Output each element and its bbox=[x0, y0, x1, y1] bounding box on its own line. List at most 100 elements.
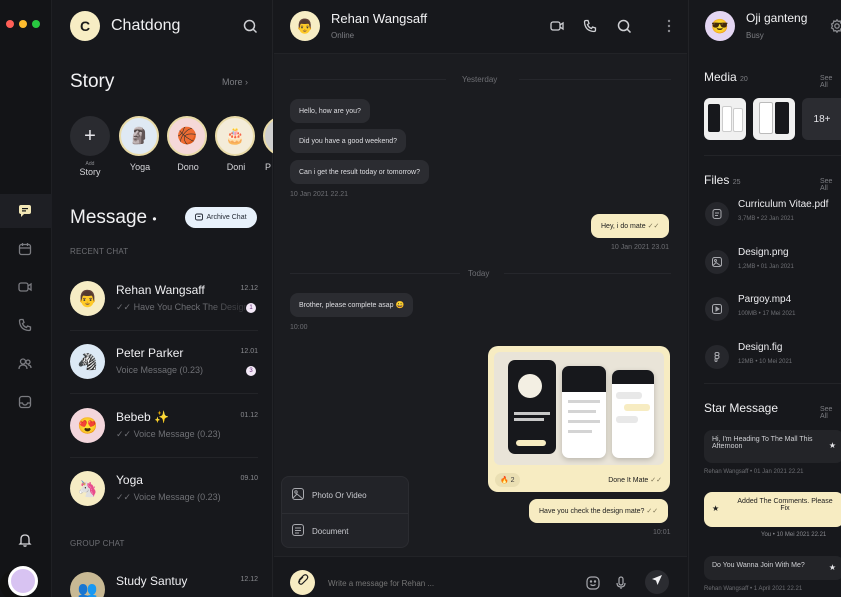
bell-icon[interactable] bbox=[16, 531, 34, 549]
message-title: Message • bbox=[70, 207, 157, 228]
avatar: 🦓 bbox=[70, 344, 105, 379]
details-panel: 😎 Oji ganteng Busy Media 20 See All 18+ … bbox=[688, 0, 841, 597]
file-item[interactable]: Design.png 1,2MB • 01 Jan 2021 bbox=[705, 244, 841, 280]
phone-call-icon[interactable] bbox=[581, 17, 599, 35]
story-more-link[interactable]: More › bbox=[222, 77, 248, 87]
more-vertical-icon[interactable] bbox=[660, 17, 678, 35]
send-icon bbox=[651, 573, 663, 591]
search-icon[interactable] bbox=[241, 17, 259, 35]
video-call-icon[interactable] bbox=[548, 17, 566, 35]
conversation-header: 👨 Rehan Wangsaff Online bbox=[274, 0, 687, 54]
file-item[interactable]: Pargoy.mp4 100MB • 17 Mei 2021 bbox=[705, 291, 841, 327]
media-see-all-link[interactable]: See All bbox=[820, 75, 841, 89]
chevron-right-icon: › bbox=[245, 77, 249, 87]
chat-item[interactable]: 👥 Study Santuy 12.12 bbox=[70, 564, 258, 597]
contact-avatar[interactable]: 👨 bbox=[290, 11, 320, 41]
user-avatar[interactable] bbox=[8, 566, 38, 596]
add-story-button[interactable]: + bbox=[70, 116, 110, 156]
starred-message[interactable]: Hi, I'm Heading To The Mall This Afterno… bbox=[704, 430, 841, 463]
star-icon[interactable]: ★ bbox=[829, 441, 836, 450]
send-button[interactable] bbox=[645, 570, 669, 594]
divider bbox=[519, 79, 671, 80]
decor-line bbox=[568, 400, 600, 403]
maximize-window-button[interactable] bbox=[32, 20, 40, 28]
message-timestamp: 10:01 bbox=[653, 529, 671, 536]
media-thumbnail[interactable] bbox=[753, 98, 795, 140]
file-item[interactable]: Curriculum Vitae.pdf 3,7MB • 22 Jan 2021 bbox=[705, 196, 841, 232]
profile-status: Busy bbox=[746, 31, 764, 40]
decor-header bbox=[562, 366, 606, 392]
star-message-title: Star Message bbox=[704, 401, 779, 415]
more-media-button[interactable]: 18+ bbox=[802, 98, 841, 140]
star-icon[interactable]: ★ bbox=[712, 504, 719, 513]
archive-chat-button[interactable]: Archive Chat bbox=[185, 207, 257, 228]
calendar-icon[interactable] bbox=[16, 240, 34, 258]
message-bubble-incoming[interactable]: Can i get the result today or tomorrow? bbox=[290, 160, 430, 184]
decor-line bbox=[514, 412, 550, 415]
media-title: Media 20 bbox=[704, 70, 748, 84]
users-icon[interactable] bbox=[16, 355, 34, 373]
decor-shape bbox=[518, 374, 542, 398]
message-bubble-outgoing[interactable]: Hey, i do mate ✓✓ bbox=[591, 214, 670, 238]
image-message[interactable]: 🔥 2 Done It Mate ✓✓ bbox=[488, 346, 670, 492]
recent-chat-label: RECENT CHAT bbox=[70, 247, 129, 256]
day-separator: Yesterday bbox=[462, 75, 498, 84]
starred-message-meta: Rehan Wangsaff • 01 Jan 2021 22.21 bbox=[704, 469, 804, 475]
file-item[interactable]: Design.fig 12MB • 10 Mei 2021 bbox=[705, 339, 841, 375]
message-icon[interactable] bbox=[16, 202, 34, 220]
video-icon[interactable] bbox=[16, 278, 34, 296]
star-see-all-link[interactable]: See All bbox=[820, 406, 841, 420]
read-check-icon: ✓✓ bbox=[116, 429, 132, 439]
chat-item[interactable]: 🦓 Peter Parker Voice Message (0.23) 12.0… bbox=[70, 336, 258, 392]
message-bubble-incoming[interactable]: Brother, please complete asap 😀 bbox=[290, 293, 414, 317]
media-thumbnail[interactable] bbox=[704, 98, 746, 140]
story-item[interactable]: 👤 P bbox=[263, 116, 273, 172]
profile-avatar[interactable]: 😎 bbox=[705, 11, 735, 41]
emoji-icon[interactable] bbox=[584, 574, 602, 592]
image-icon bbox=[292, 488, 304, 502]
chat-item[interactable]: 😍 Bebeb ✨ ✓✓ Voice Message (0.23) 01.12 bbox=[70, 400, 258, 456]
search-icon[interactable] bbox=[615, 17, 633, 35]
read-check-icon: ✓✓ bbox=[646, 508, 659, 515]
inbox-icon[interactable] bbox=[16, 393, 34, 411]
decor-shape bbox=[759, 102, 773, 134]
read-check-icon: ✓✓ bbox=[116, 492, 132, 502]
chat-item[interactable]: 👨 Rehan Wangsaff ✓✓ Have You Check The D… bbox=[70, 273, 258, 329]
design-preview-image[interactable] bbox=[494, 352, 664, 465]
divider bbox=[70, 330, 258, 331]
profile-name: Oji ganteng bbox=[746, 11, 808, 25]
microphone-icon[interactable] bbox=[612, 574, 630, 592]
chat-item[interactable]: 🦄 Yoga ✓✓ Voice Message (0.23) 09.10 bbox=[70, 463, 258, 519]
message-bubble-outgoing[interactable]: Have you check the design mate? ✓✓ bbox=[529, 499, 669, 523]
avatar: 😍 bbox=[70, 408, 105, 443]
starred-message[interactable]: Do You Wanna Join With Me? ★ bbox=[704, 556, 841, 580]
app-logo: C bbox=[70, 11, 100, 41]
phone-icon[interactable] bbox=[16, 316, 34, 334]
reaction-badge[interactable]: 🔥 2 bbox=[495, 473, 520, 487]
starred-message[interactable]: ★ Added The Comments. Please Fix bbox=[704, 492, 841, 527]
decor-shape bbox=[733, 108, 743, 132]
minimize-window-button[interactable] bbox=[19, 20, 27, 28]
read-check-icon: ✓✓ bbox=[650, 477, 662, 484]
message-input[interactable] bbox=[328, 573, 558, 593]
message-bubble-incoming[interactable]: Hello, how are you? bbox=[290, 99, 370, 123]
phone-mockup bbox=[508, 360, 556, 454]
decor-shape bbox=[722, 106, 732, 132]
attach-document-option[interactable]: Document bbox=[292, 524, 348, 538]
message-bubble-incoming[interactable]: Did you have a good weekend? bbox=[290, 129, 407, 153]
decor-line bbox=[568, 420, 600, 423]
message-timestamp: 10 Jan 2021 23.01 bbox=[611, 244, 669, 251]
gear-icon[interactable] bbox=[828, 17, 841, 35]
files-see-all-link[interactable]: See All bbox=[820, 178, 841, 192]
read-check-icon: ✓✓ bbox=[116, 302, 132, 312]
avatar: 🦄 bbox=[70, 471, 105, 506]
add-story-label: Add Story bbox=[79, 161, 101, 177]
divider bbox=[504, 273, 671, 274]
story-item[interactable]: 🎂 Doni bbox=[215, 116, 257, 172]
attach-photo-video-option[interactable]: Photo Or Video bbox=[292, 488, 367, 502]
story-item[interactable]: 🏀 Dono bbox=[167, 116, 209, 172]
star-icon[interactable]: ★ bbox=[829, 563, 836, 572]
close-window-button[interactable] bbox=[6, 20, 14, 28]
attach-button[interactable] bbox=[290, 570, 315, 595]
story-item[interactable]: 🗿 Yoga bbox=[119, 116, 161, 172]
